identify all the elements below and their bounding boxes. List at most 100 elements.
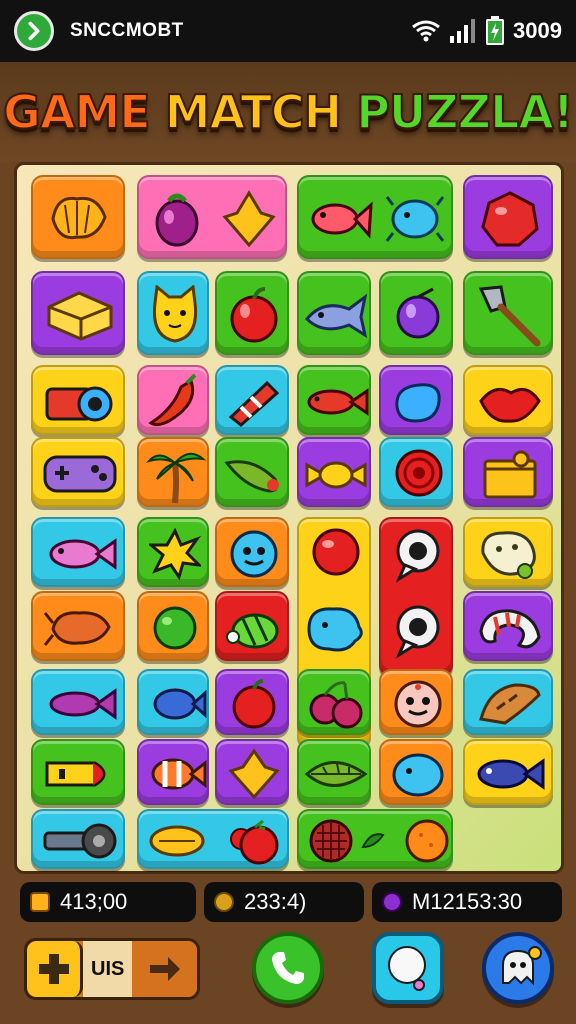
tile-striped-shell[interactable] [463,591,553,661]
tile-waffle-orange[interactable] [297,809,453,869]
tile-candy-stick[interactable] [215,365,289,435]
tile-blue-puffer[interactable] [379,739,453,805]
tile-gamepad[interactable] [31,437,125,507]
tile-seashell[interactable] [31,175,125,259]
plus-icon [27,941,83,997]
call-button[interactable] [252,932,324,1004]
gold-star-icon [228,748,280,800]
arrow-right-icon [132,941,197,997]
tile-gold-star[interactable] [215,739,289,805]
cucumber-icon [224,460,279,493]
title-part-1: GAME [2,84,165,140]
red-ball-icon [312,528,360,576]
tile-donut-face[interactable] [379,669,453,735]
tile-red-gem[interactable] [463,175,553,259]
app-icon[interactable] [14,11,54,51]
apple-icon [230,287,278,343]
berry-icon [155,193,199,247]
treasure-box-icon [483,450,537,499]
tile-chili[interactable] [137,365,209,435]
orange-icon [405,819,449,863]
striped-shell-icon [479,609,541,649]
tile-pink-fish[interactable] [31,517,125,587]
tile-fish-red[interactable] [297,365,371,435]
whale-icon [304,293,368,339]
fish-red-icon [307,388,369,416]
tile-treasure-box[interactable] [463,437,553,507]
tile-cat-face[interactable] [137,271,209,355]
purple-gem-icon [382,892,402,912]
navy-fish-icon [477,758,545,790]
coin-icon [214,892,234,912]
star-gem-icon [222,190,276,248]
tile-spark[interactable] [137,517,209,587]
tile-green-bug[interactable] [215,591,289,661]
tile-purple-fish[interactable] [31,669,125,735]
blue-puffer-icon [392,753,444,797]
tile-candy[interactable] [297,437,371,507]
title-part-2: MATCH [164,84,357,140]
fish-icon [311,201,373,239]
tile-blue-face[interactable] [215,517,289,587]
carrier-name: SNCCMOBT [70,20,184,41]
tile-blue-fish[interactable] [137,669,209,735]
bread-icon [479,683,541,725]
tile-blue-bean[interactable] [379,365,453,435]
game-board [14,162,564,874]
title-part-3: PUZZLA! [355,84,575,140]
tile-target[interactable] [379,437,453,507]
wifi-icon [412,20,440,42]
tile-whale[interactable] [297,271,371,355]
leaf-icon [304,761,368,787]
tile-cherries[interactable] [297,669,371,735]
tile-gold-block[interactable] [31,271,125,355]
rocket-icon [45,761,106,787]
score-value-3: M12153:30 [412,889,523,914]
speech-bubble-icon [395,529,440,583]
chevron-right-icon [28,21,40,41]
score-pill-1: 413;00 [20,882,196,922]
tile-leaf[interactable] [297,739,371,805]
pufferfish-icon [385,196,445,242]
tile-red-lips[interactable] [463,365,553,435]
tile-shovel[interactable] [463,271,553,355]
pink-fish-icon [49,538,117,570]
bottom-toolbar: UIS [0,924,576,1024]
clownfish-icon [151,758,207,790]
red-lips-icon [479,387,541,423]
tile-navy-fish[interactable] [463,739,553,805]
tile-column-red[interactable] [379,517,453,677]
blue-face-icon [230,530,278,578]
spark-icon [149,527,201,581]
lemon-icon [149,825,205,857]
tile-palm-tree[interactable] [137,437,209,507]
combo-button[interactable]: UIS [24,938,200,1000]
gamepad-icon [43,455,117,493]
red-apple-icon [232,679,276,729]
tile-plum[interactable] [379,271,453,355]
tile-rocket[interactable] [31,739,125,805]
tile-camera[interactable] [31,365,125,435]
chat-button[interactable] [372,932,444,1004]
tile-cucumber[interactable] [215,437,289,507]
score-pill-3: M12153:30 [372,882,562,922]
title-banner: GAME MATCH PUZZLA! [0,62,576,162]
tile-red-apple[interactable] [215,669,289,735]
profile-button[interactable] [482,932,554,1004]
blue-fish-icon [153,688,207,720]
tile-lobster[interactable] [31,591,125,661]
speech-bubble-icon [395,605,440,659]
score-pill-2: 233:4) [204,882,364,922]
tile-bread[interactable] [463,669,553,735]
tile-clownfish[interactable] [137,739,209,805]
green-bug-icon [226,613,279,649]
tile-cookie[interactable] [463,517,553,587]
tile-lemon-tomato[interactable] [137,809,289,869]
tile-apple[interactable] [215,271,289,355]
tile-berry-star[interactable] [137,175,287,259]
lobster-icon [43,611,111,646]
tile-green-ball[interactable] [137,591,209,661]
tile-fish-puffer[interactable] [297,175,453,259]
blue-bean-icon [395,383,441,423]
tile-wheel-tool[interactable] [31,809,125,869]
